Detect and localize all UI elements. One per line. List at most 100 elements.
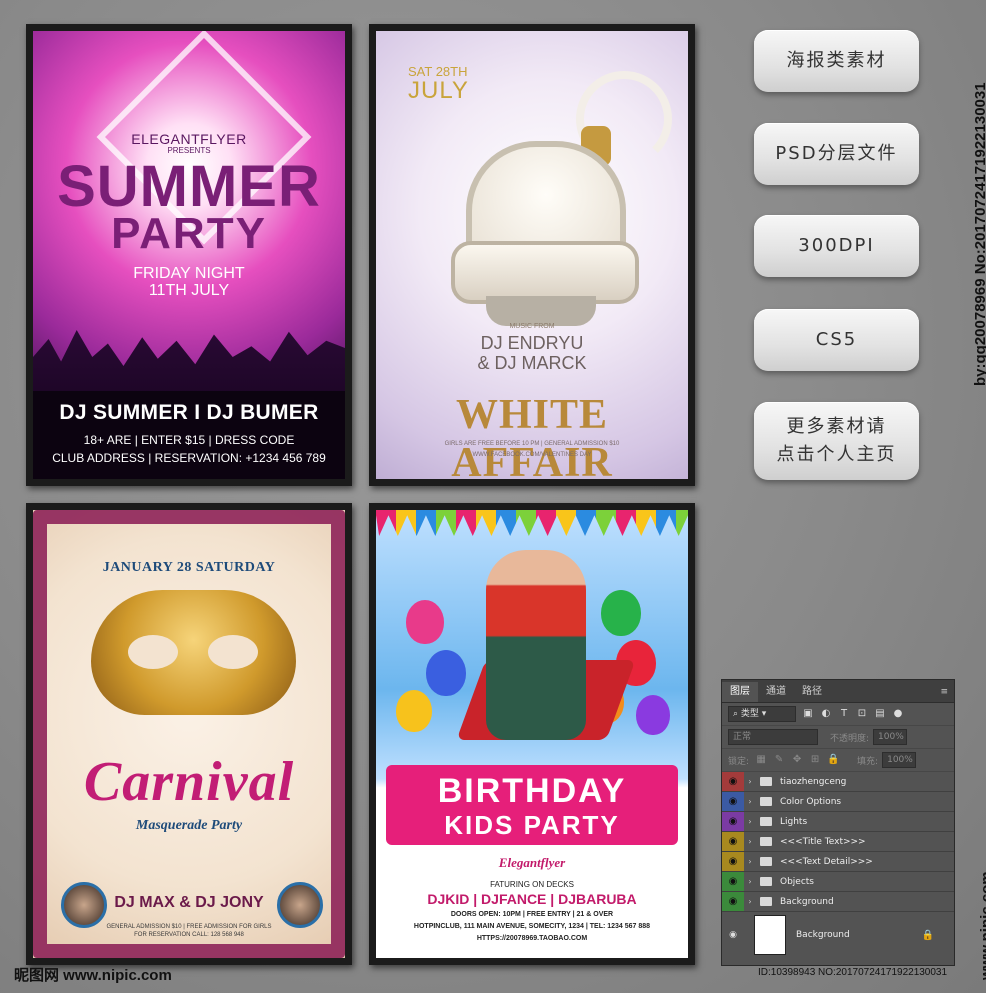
chevron-right-icon[interactable]: ›: [744, 877, 756, 886]
tab-paths[interactable]: 路径: [794, 682, 830, 702]
chevron-right-icon[interactable]: ›: [744, 777, 756, 786]
folder-icon: [760, 817, 772, 826]
armchair-base: [486, 296, 596, 326]
fill-input[interactable]: 100%: [882, 752, 917, 768]
poster-material-button[interactable]: 海报类素材: [754, 30, 919, 92]
eye-icon[interactable]: ◉: [722, 832, 744, 851]
layer-row[interactable]: ◉ › tiaozhengceng: [722, 772, 954, 792]
eye-icon[interactable]: ◉: [722, 852, 744, 871]
poster-carnival-artwork: JANUARY 28 SATURDAY Carnival Masquerade …: [33, 510, 345, 958]
filter-kind-select[interactable]: ⌕ 类型 ▾: [728, 706, 796, 722]
poster-date-1: FRIDAY NIGHT: [133, 265, 245, 282]
chevron-right-icon[interactable]: ›: [744, 857, 756, 866]
poster-title-2: KIDS PARTY: [444, 810, 620, 840]
mask-eye-left: [128, 635, 178, 669]
chevron-right-icon[interactable]: ›: [744, 797, 756, 806]
poster-carnival[interactable]: JANUARY 28 SATURDAY Carnival Masquerade …: [26, 503, 352, 965]
poster-info-2: WWW.FACEBOOK.COM/VALENTINES DAY: [472, 452, 592, 458]
lock-move-icon[interactable]: ✥: [791, 754, 803, 766]
lock-all-icon[interactable]: 🔒: [827, 754, 839, 766]
blend-row: 正常 不透明度: 100%: [722, 726, 954, 749]
dpi-button[interactable]: 300DPI: [754, 215, 919, 277]
poster-subtitle: Masquerade Party: [135, 818, 243, 833]
mask-eye-right: [208, 635, 258, 669]
poster-dj-1: DJ ENDRYU: [480, 333, 584, 353]
layer-name: tiaozhengceng: [780, 776, 847, 787]
lock-label: 锁定:: [728, 756, 750, 767]
opacity-input[interactable]: 100%: [873, 729, 908, 745]
layer-row[interactable]: ◉ › <<<Text Detail>>>: [722, 852, 954, 872]
poster-date-2: 11TH JULY: [148, 282, 230, 299]
lock-transparent-icon[interactable]: ▦: [755, 754, 767, 766]
panel-menu-icon[interactable]: ≡: [940, 682, 954, 702]
poster-title-1: BIRTHDAY: [437, 772, 627, 810]
poster-info-3: HTTPS://20078969.TAOBAO.COM: [476, 935, 588, 942]
chevron-right-icon[interactable]: ›: [744, 897, 756, 906]
layer-row[interactable]: ◉ › Color Options: [722, 792, 954, 812]
filter-toggle-icon[interactable]: ●: [892, 708, 904, 720]
poster-djs: DJKID | DJFANCE | DJBARUBA: [427, 891, 637, 907]
layer-row[interactable]: ◉ › Lights: [722, 812, 954, 832]
layer-name: <<<Title Text>>>: [780, 836, 866, 847]
psd-layered-button[interactable]: PSD分层文件: [754, 123, 919, 185]
eye-icon[interactable]: ◉: [722, 772, 744, 791]
background-layer-row[interactable]: ◉ Background 🔒: [722, 912, 954, 958]
watermark-logo: 昵图网 www.nipic.com: [14, 967, 172, 984]
eye-icon[interactable]: ◉: [722, 812, 744, 831]
eye-icon[interactable]: ◉: [722, 792, 744, 811]
poster-summer-party[interactable]: ELEGANTFLYER PRESENTS SUMMER PARTY FRIDA…: [26, 24, 352, 486]
layer-row[interactable]: ◉ › <<<Title Text>>>: [722, 832, 954, 852]
type-filter-icon[interactable]: T: [838, 708, 850, 720]
balloon-icon: [426, 650, 466, 696]
shape-filter-icon[interactable]: ⊡: [856, 708, 868, 720]
poster-birthday-kids-party[interactable]: BIRTHDAY KIDS PARTY Elegantflyer FATURIN…: [369, 503, 695, 965]
tab-channels[interactable]: 通道: [758, 682, 794, 702]
layer-name: Background: [796, 930, 850, 940]
poster-music-from: MUSIC FROM: [509, 323, 555, 330]
watermark-id: ID:10398943 NO:20170724171922130031: [758, 967, 948, 978]
eye-icon[interactable]: ◉: [722, 892, 744, 911]
balloon-icon: [636, 695, 670, 735]
folder-icon: [760, 857, 772, 866]
balloon-icon: [601, 590, 641, 636]
layer-name: Objects: [780, 876, 815, 887]
adjustment-filter-icon[interactable]: ◐: [820, 708, 832, 720]
eye-icon[interactable]: ◉: [722, 872, 744, 891]
poster-info-2: FOR RESERVATION CALL: 128 568 948: [134, 932, 244, 938]
folder-icon: [760, 837, 772, 846]
opacity-label: 不透明度:: [830, 733, 870, 744]
layer-row[interactable]: ◉ › Objects: [722, 872, 954, 892]
lock-icon: 🔒: [921, 929, 934, 941]
lock-artboard-icon[interactable]: ⊞: [809, 754, 821, 766]
chevron-right-icon[interactable]: ›: [744, 817, 756, 826]
layer-row[interactable]: ◉ › Background: [722, 892, 954, 912]
poster-white-affair[interactable]: SAT 28TH JULY MUSIC FROM DJ ENDRYU & DJ …: [369, 24, 695, 486]
layer-name: Background: [780, 896, 834, 907]
cs5-button[interactable]: CS5: [754, 309, 919, 371]
vertical-credit: by:qq20078969 No:20170724171922130031: [942, 14, 986, 394]
child-photo: [486, 550, 586, 740]
more-materials-button[interactable]: 更多素材请 点击个人主页: [754, 402, 919, 480]
poster-dj-2: & DJ MARCK: [477, 353, 587, 373]
layer-thumbnail: [754, 915, 786, 955]
chevron-right-icon[interactable]: ›: [744, 837, 756, 846]
image-filter-icon[interactable]: ▣: [802, 708, 814, 720]
folder-icon: [760, 797, 772, 806]
poster-brand: ELEGANTFLYER: [131, 131, 247, 147]
poster-brand: Elegantflyer: [498, 855, 566, 870]
layers-panel[interactable]: 图层 通道 路径 ≡ ⌕ 类型 ▾ ▣ ◐ T ⊡ ▤ ● 正常 不透明度: 1…: [721, 679, 955, 966]
folder-icon: [760, 897, 772, 906]
blend-mode-select[interactable]: 正常: [728, 729, 818, 745]
poster-title: WHITE AFFAIR: [451, 392, 613, 479]
layer-name: Lights: [780, 816, 808, 827]
tab-layers[interactable]: 图层: [722, 682, 758, 702]
smart-object-filter-icon[interactable]: ▤: [874, 708, 886, 720]
folder-icon: [760, 777, 772, 786]
balloon-icon: [406, 600, 444, 644]
poster-title: Carnival: [83, 751, 295, 813]
eye-icon[interactable]: ◉: [722, 930, 744, 940]
lock-paint-icon[interactable]: ✎: [773, 754, 785, 766]
layers-list: ◉ › tiaozhengceng ◉ › Color Options ◉ › …: [722, 772, 954, 958]
poster-djs: DJ SUMMER I DJ BUMER: [59, 401, 319, 424]
poster-birthday-artwork: BIRTHDAY KIDS PARTY Elegantflyer FATURIN…: [376, 510, 688, 958]
